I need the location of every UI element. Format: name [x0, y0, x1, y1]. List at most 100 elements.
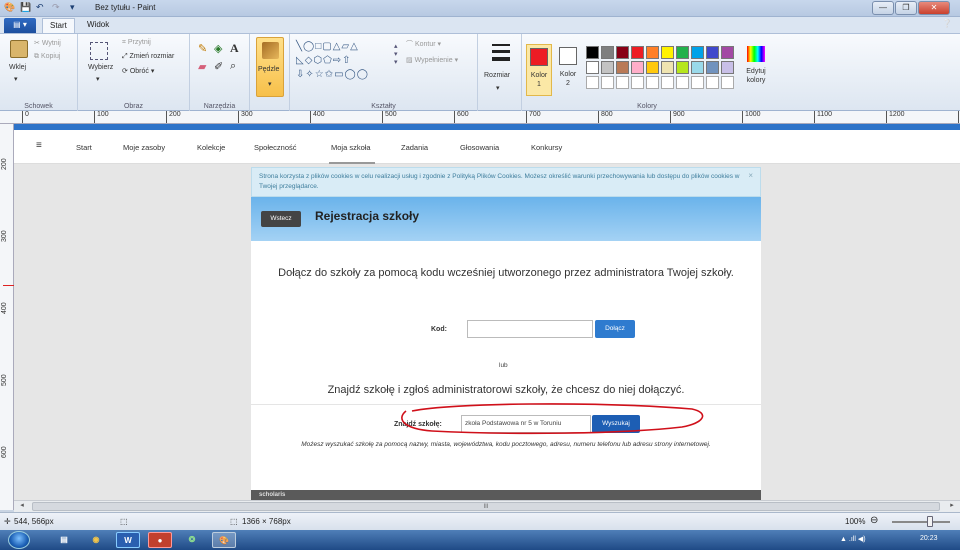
drawing-canvas[interactable]: ≡ Start Moje zasoby Kolekcje Społeczność…: [14, 124, 960, 500]
custom-color-slot[interactable]: [721, 76, 734, 89]
color-swatch[interactable]: [676, 46, 689, 59]
scrollbar-thumb[interactable]: III: [32, 502, 940, 511]
tray-icons[interactable]: ▲ .ıll ◀): [840, 535, 866, 543]
nav-item-contests[interactable]: Konkursy: [531, 143, 562, 152]
eraser-icon[interactable]: ▰: [198, 60, 206, 73]
color-swatch[interactable]: [721, 46, 734, 59]
tab-start[interactable]: Start: [42, 18, 75, 33]
paste-icon[interactable]: [10, 40, 28, 58]
custom-color-slot[interactable]: [616, 76, 629, 89]
help-icon[interactable]: ❔: [942, 19, 952, 28]
zoom-slider[interactable]: [892, 521, 950, 523]
color2-button[interactable]: Kolor 2: [556, 44, 582, 96]
tab-view[interactable]: Widok: [80, 18, 116, 33]
code-input[interactable]: [467, 320, 593, 338]
nav-item-tasks[interactable]: Zadania: [401, 143, 428, 152]
zoom-slider-thumb[interactable]: [927, 516, 933, 527]
explorer-icon[interactable]: ▤: [52, 532, 76, 548]
color-swatch[interactable]: [691, 61, 704, 74]
start-button[interactable]: [8, 531, 30, 549]
color-swatch[interactable]: [661, 46, 674, 59]
color-swatch[interactable]: [601, 61, 614, 74]
color-swatch[interactable]: [646, 61, 659, 74]
crop-button[interactable]: ⌗ Przytnij: [122, 39, 151, 47]
browser-icon[interactable]: ❂: [180, 532, 204, 548]
color-swatch[interactable]: [706, 61, 719, 74]
tab-file-menu[interactable]: ▤ ▾: [4, 18, 36, 33]
shapes-gallery[interactable]: ╲◯□▢△▱△ ◺◇⬡⬠⇨⇧ ⇩✧☆✩▭◯◯: [296, 40, 392, 88]
scroll-right-icon[interactable]: ▸: [946, 501, 958, 512]
maximize-button[interactable]: ❐: [895, 1, 917, 15]
cut-button[interactable]: ✂ Wytnij: [34, 39, 61, 47]
color-swatch[interactable]: [601, 46, 614, 59]
color-swatch[interactable]: [706, 46, 719, 59]
color1-button[interactable]: Kolor 1: [526, 44, 552, 96]
size-button[interactable]: Rozmiar: [484, 72, 510, 79]
color-swatch[interactable]: [661, 61, 674, 74]
paste-dropdown-icon[interactable]: ▾: [14, 75, 18, 83]
nav-item-collections[interactable]: Kolekcje: [197, 143, 225, 152]
join-button[interactable]: Dołącz: [595, 320, 635, 338]
menu-icon[interactable]: ≡: [36, 140, 42, 151]
nav-item-community[interactable]: Społeczność: [254, 143, 297, 152]
chrome-icon[interactable]: ◉: [84, 532, 108, 548]
select-button[interactable]: Wybierz: [88, 64, 113, 71]
size-line-icon[interactable]: [492, 50, 510, 53]
text-icon[interactable]: A: [230, 41, 239, 56]
minimize-button[interactable]: —: [872, 1, 894, 15]
close-button[interactable]: ✕: [918, 1, 950, 15]
paint-taskbar-icon[interactable]: 🎨: [212, 532, 236, 548]
cookie-close-icon[interactable]: ×: [748, 171, 753, 181]
color-swatch[interactable]: [616, 61, 629, 74]
nav-item-votes[interactable]: Głosowania: [460, 143, 499, 152]
clock[interactable]: 20:23: [920, 535, 938, 542]
custom-color-slot[interactable]: [646, 76, 659, 89]
horizontal-scrollbar[interactable]: ◂ III ▸: [14, 500, 960, 512]
media-icon[interactable]: ●: [148, 532, 172, 548]
paste-button[interactable]: Wklej: [9, 64, 26, 71]
color-swatch[interactable]: [586, 61, 599, 74]
color-swatch[interactable]: [721, 61, 734, 74]
save-icon[interactable]: 💾: [20, 2, 31, 14]
size-line-icon[interactable]: [492, 44, 510, 46]
edit-colors-button[interactable]: Edytuj kolory: [744, 42, 768, 94]
color-picker-icon[interactable]: ✐: [214, 60, 223, 73]
size-line-icon[interactable]: [492, 57, 510, 61]
nav-item-my-school[interactable]: Moja szkoła: [331, 143, 371, 152]
custom-color-slot[interactable]: [661, 76, 674, 89]
custom-color-slot[interactable]: [691, 76, 704, 89]
undo-icon[interactable]: ↶: [36, 2, 44, 14]
custom-color-slot[interactable]: [676, 76, 689, 89]
rotate-button[interactable]: ⟳ Obróć ▾: [122, 67, 154, 75]
redo-icon[interactable]: ↷: [52, 2, 60, 14]
nav-item-my-resources[interactable]: Moje zasoby: [123, 143, 165, 152]
brushes-button[interactable]: Pędzle ▾: [256, 37, 284, 97]
nav-item-start[interactable]: Start: [76, 143, 92, 152]
resize-button[interactable]: ⤢ Zmień rozmiar: [122, 53, 174, 61]
color-swatch[interactable]: [631, 46, 644, 59]
custom-color-slot[interactable]: [706, 76, 719, 89]
custom-color-slot[interactable]: [631, 76, 644, 89]
color-swatch[interactable]: [631, 61, 644, 74]
size-dropdown-icon[interactable]: ▾: [496, 84, 500, 92]
color-swatch[interactable]: [691, 46, 704, 59]
select-icon[interactable]: [90, 42, 108, 60]
magnifier-icon[interactable]: ⌕: [230, 60, 236, 73]
copy-button[interactable]: ⧉ Kopiuj: [34, 53, 60, 61]
paint-app-icon[interactable]: 🎨: [4, 2, 15, 14]
shapes-scroll-icon[interactable]: ▴ ▾ ▾: [394, 42, 398, 66]
color-swatch[interactable]: [616, 46, 629, 59]
color-swatch[interactable]: [646, 46, 659, 59]
color-swatch[interactable]: [676, 61, 689, 74]
customize-dropdown-icon[interactable]: ▾: [70, 2, 75, 14]
word-icon[interactable]: W: [116, 532, 140, 548]
fill-icon[interactable]: ◈: [214, 42, 222, 55]
fill-button[interactable]: ▨ Wypełnienie ▾: [406, 56, 458, 64]
outline-button[interactable]: ⌒ Kontur ▾: [406, 39, 441, 49]
scroll-left-icon[interactable]: ◂: [16, 501, 28, 512]
select-dropdown-icon[interactable]: ▾: [96, 75, 100, 83]
custom-color-slot[interactable]: [586, 76, 599, 89]
color-swatch[interactable]: [586, 46, 599, 59]
pencil-icon[interactable]: ✎: [198, 42, 207, 55]
back-button[interactable]: Wstecz: [261, 211, 301, 227]
